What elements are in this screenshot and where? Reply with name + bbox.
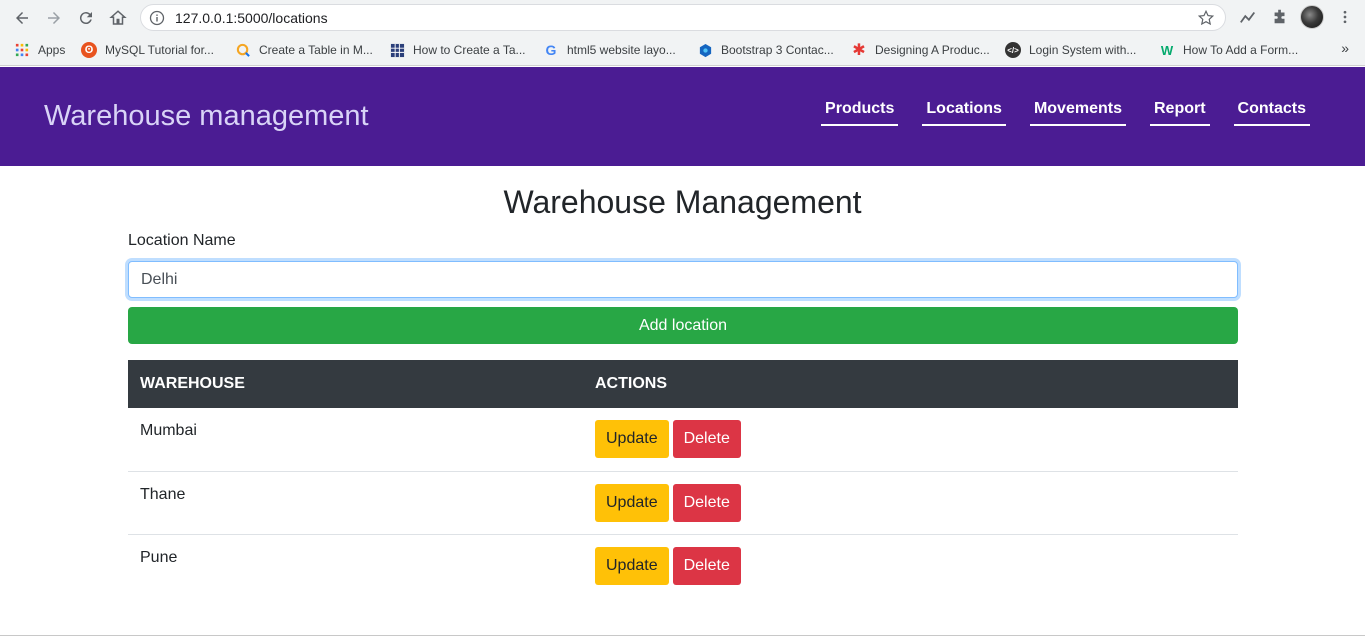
- code-favicon: </>: [1005, 42, 1021, 58]
- reload-icon[interactable]: [74, 6, 98, 30]
- address-bar[interactable]: 127.0.0.1:5000/locations: [140, 4, 1226, 31]
- nav-link-locations[interactable]: Locations: [922, 99, 1006, 126]
- location-name-input[interactable]: [128, 261, 1238, 298]
- bootstrap-favicon: [697, 42, 713, 58]
- table-row: Thane Update Delete: [128, 470, 1238, 534]
- bookmark-create-table[interactable]: Create a Table in M...: [235, 41, 373, 59]
- bookmark-how-to-create-table[interactable]: How to Create a Ta...: [389, 41, 526, 59]
- bookmark-label: Create a Table in M...: [259, 43, 373, 57]
- page-bottom-divider: [0, 635, 1365, 636]
- bookmark-label: MySQL Tutorial for...: [105, 43, 214, 57]
- browser-toolbar: 127.0.0.1:5000/locations: [0, 0, 1365, 35]
- update-button[interactable]: Update: [595, 420, 669, 458]
- bookmark-bootstrap-contact[interactable]: Bootstrap 3 Contac...: [697, 41, 834, 59]
- google-favicon: G: [545, 42, 557, 58]
- bookmark-html5-layout[interactable]: G html5 website layo...: [543, 41, 676, 59]
- bookmarks-bar: Apps ʘ MySQL Tutorial for... Create a Ta…: [0, 35, 1365, 66]
- actions-cell: Update Delete: [583, 470, 1238, 534]
- bookmark-label: How To Add a Form...: [1183, 43, 1299, 57]
- update-button[interactable]: Update: [595, 546, 669, 585]
- extensions-puzzle-icon[interactable]: [1270, 7, 1290, 27]
- bookmark-label: Apps: [38, 43, 66, 57]
- location-name-label: Location Name: [128, 232, 236, 249]
- delete-button[interactable]: Delete: [672, 420, 741, 458]
- profile-avatar[interactable]: [1300, 5, 1324, 29]
- bookmark-login-system[interactable]: </> Login System with...: [1005, 41, 1136, 59]
- bookmark-label: How to Create a Ta...: [413, 43, 526, 57]
- column-header-actions: Actions: [583, 360, 1238, 408]
- update-button[interactable]: Update: [595, 483, 669, 522]
- nav-link-report[interactable]: Report: [1149, 99, 1210, 126]
- column-header-warehouse: Warehouse: [128, 360, 583, 408]
- info-icon[interactable]: [149, 10, 165, 26]
- delete-button[interactable]: Delete: [672, 483, 741, 522]
- forward-arrow-icon[interactable]: [42, 6, 66, 30]
- analytics-extension-icon[interactable]: [1238, 7, 1258, 27]
- brand-title[interactable]: Warehouse management: [44, 100, 369, 133]
- warehouse-name-cell: Mumbai: [140, 422, 197, 439]
- more-bookmarks-button[interactable]: »: [1341, 40, 1349, 56]
- bookmark-label: Designing A Produc...: [875, 43, 990, 57]
- actions-cell: Update Delete: [583, 408, 1238, 471]
- delete-button[interactable]: Delete: [672, 546, 741, 585]
- bookmark-add-form[interactable]: W How To Add a Form...: [1159, 41, 1298, 59]
- bookmark-designing-product[interactable]: ✱ Designing A Produc...: [851, 41, 990, 59]
- warehouse-name-cell: Pune: [128, 533, 583, 597]
- create-table-favicon: [235, 42, 251, 58]
- bookmark-label: Bootstrap 3 Contac...: [721, 43, 834, 57]
- bookmark-label: html5 website layo...: [567, 43, 676, 57]
- table-grid-favicon: [389, 42, 405, 58]
- bookmark-label: Login System with...: [1029, 43, 1137, 57]
- bookmark-mysql-tutorial[interactable]: ʘ MySQL Tutorial for...: [81, 41, 214, 59]
- asterisk-favicon: ✱: [852, 42, 866, 59]
- add-location-button[interactable]: Add location: [128, 307, 1238, 344]
- apps-grid-icon: [14, 42, 30, 58]
- table-row: Mumbai Update Delete: [128, 408, 1238, 471]
- home-icon[interactable]: [106, 6, 130, 30]
- actions-cell: Update Delete: [583, 533, 1238, 597]
- nav-link-contacts[interactable]: Contacts: [1233, 99, 1310, 126]
- back-arrow-icon[interactable]: [10, 6, 34, 30]
- table-header-row: Warehouse Actions: [128, 360, 1238, 408]
- locations-table: Warehouse Actions Mumbai Update Delete Th…: [128, 360, 1238, 597]
- page-title: Warehouse Management: [503, 184, 862, 220]
- mysql-tutorial-favicon: ʘ: [81, 42, 97, 58]
- kebab-menu-icon[interactable]: [1335, 7, 1355, 27]
- bookmark-star-icon[interactable]: [1197, 9, 1215, 27]
- bookmark-apps[interactable]: Apps: [14, 41, 65, 59]
- w3-favicon: W: [1160, 42, 1174, 58]
- url-text: 127.0.0.1:5000/locations: [175, 10, 328, 26]
- table-row: Pune Update Delete: [128, 533, 1238, 597]
- app-navbar: Warehouse management Products Locations …: [0, 67, 1365, 166]
- nav-link-products[interactable]: Products: [821, 99, 899, 126]
- warehouse-name-cell: Thane: [128, 470, 583, 534]
- nav-link-movements[interactable]: Movements: [1029, 99, 1126, 126]
- nav-links: Products Locations Movements Report Cont…: [821, 99, 1310, 126]
